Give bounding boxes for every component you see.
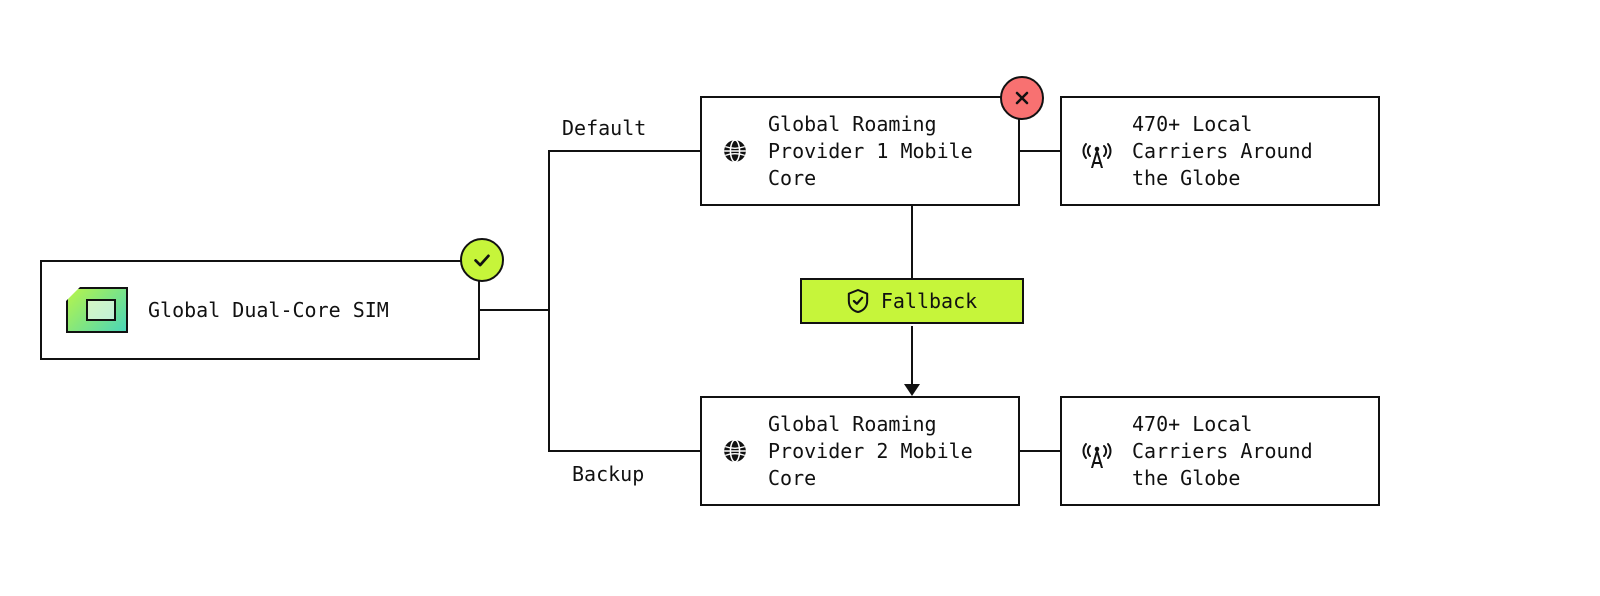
provider-2-node: Global Roaming Provider 2 Mobile Core <box>700 396 1020 506</box>
connector-backup-branch <box>548 450 700 452</box>
status-ok-badge <box>460 238 504 282</box>
sim-card-icon <box>66 287 128 333</box>
connector-p2-to-carriers <box>1020 450 1060 452</box>
backup-path-label: Backup <box>572 462 644 486</box>
connector-p1-to-fallback <box>911 206 913 278</box>
antenna-icon <box>1082 134 1112 168</box>
sim-label: Global Dual-Core SIM <box>148 297 389 324</box>
shield-check-icon <box>847 289 869 313</box>
provider-1-node: Global Roaming Provider 1 Mobile Core <box>700 96 1020 206</box>
fallback-label: Fallback <box>881 289 977 313</box>
connector-sim-out <box>480 309 550 311</box>
fallback-badge: Fallback <box>800 278 1024 324</box>
globe-icon <box>722 138 748 164</box>
carriers-2-node: 470+ Local Carriers Around the Globe <box>1060 396 1380 506</box>
close-icon <box>1012 88 1032 108</box>
carriers-2-text: 470+ Local Carriers Around the Globe <box>1132 411 1354 492</box>
check-icon <box>471 249 493 271</box>
antenna-icon <box>1082 434 1112 468</box>
sim-node: Global Dual-Core SIM <box>40 260 480 360</box>
connector-default-branch <box>548 150 700 152</box>
status-error-badge <box>1000 76 1044 120</box>
connector-split-vertical <box>548 150 550 452</box>
connector-fallback-to-p2 <box>911 326 913 388</box>
carriers-1-text: 470+ Local Carriers Around the Globe <box>1132 111 1354 192</box>
connector-p1-to-carriers <box>1020 150 1060 152</box>
provider-2-title: Global Roaming Provider 2 Mobile Core <box>768 411 994 492</box>
provider-1-title: Global Roaming Provider 1 Mobile Core <box>768 111 994 192</box>
default-path-label: Default <box>562 116 646 140</box>
carriers-1-node: 470+ Local Carriers Around the Globe <box>1060 96 1380 206</box>
globe-icon <box>722 438 748 464</box>
arrowhead-down-icon <box>904 384 920 396</box>
